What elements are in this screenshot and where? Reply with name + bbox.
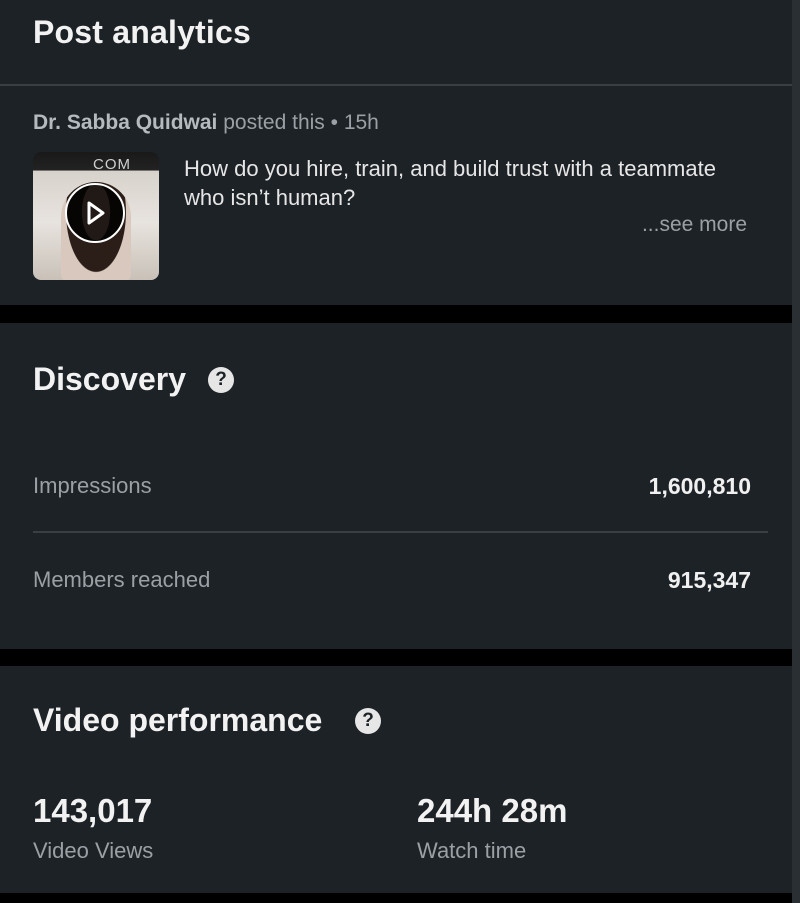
members-reached-value: 915,347	[667, 567, 751, 593]
header-divider	[0, 84, 792, 86]
post-text: How do you hire, train, and build trust …	[184, 156, 716, 210]
analytics-page: Post analytics Dr. Sabba Quidwai posted …	[0, 0, 800, 903]
video-views-label: Video Views	[33, 838, 154, 863]
scrollbar-track[interactable]	[792, 0, 800, 903]
post-author[interactable]: Dr. Sabba Quidwai	[33, 111, 217, 134]
watch-time-value: 244h 28m	[417, 792, 568, 829]
video-views-value: 143,017	[33, 792, 153, 829]
see-more-link[interactable]: ...see more	[642, 213, 747, 237]
row-divider	[33, 531, 768, 533]
help-icon[interactable]: ?	[208, 367, 234, 393]
help-icon[interactable]: ?	[355, 708, 381, 734]
discovery-title: Discovery	[33, 361, 186, 397]
play-button[interactable]	[65, 183, 125, 243]
post-meta: Dr. Sabba Quidwai posted this • 15h	[33, 111, 379, 135]
thumbnail-caption: COM	[93, 156, 131, 173]
impressions-label: Impressions	[33, 473, 152, 498]
post-action: posted this	[217, 111, 325, 134]
discovery-card: Discovery ? Impressions 1,600,810 Member…	[0, 323, 792, 649]
play-icon	[87, 201, 105, 225]
post-time: 15h	[343, 111, 379, 134]
video-thumbnail[interactable]: COM	[33, 152, 159, 280]
impressions-value: 1,600,810	[648, 473, 751, 499]
video-performance-title: Video performance	[33, 702, 323, 738]
members-reached-label: Members reached	[33, 567, 211, 592]
meta-separator: •	[324, 111, 344, 134]
watch-time-label: Watch time	[417, 838, 527, 863]
page-title: Post analytics	[33, 14, 252, 50]
post-card: Post analytics Dr. Sabba Quidwai posted …	[0, 0, 792, 305]
video-performance-card: Video performance ? 143,017 Video Views …	[0, 666, 792, 893]
